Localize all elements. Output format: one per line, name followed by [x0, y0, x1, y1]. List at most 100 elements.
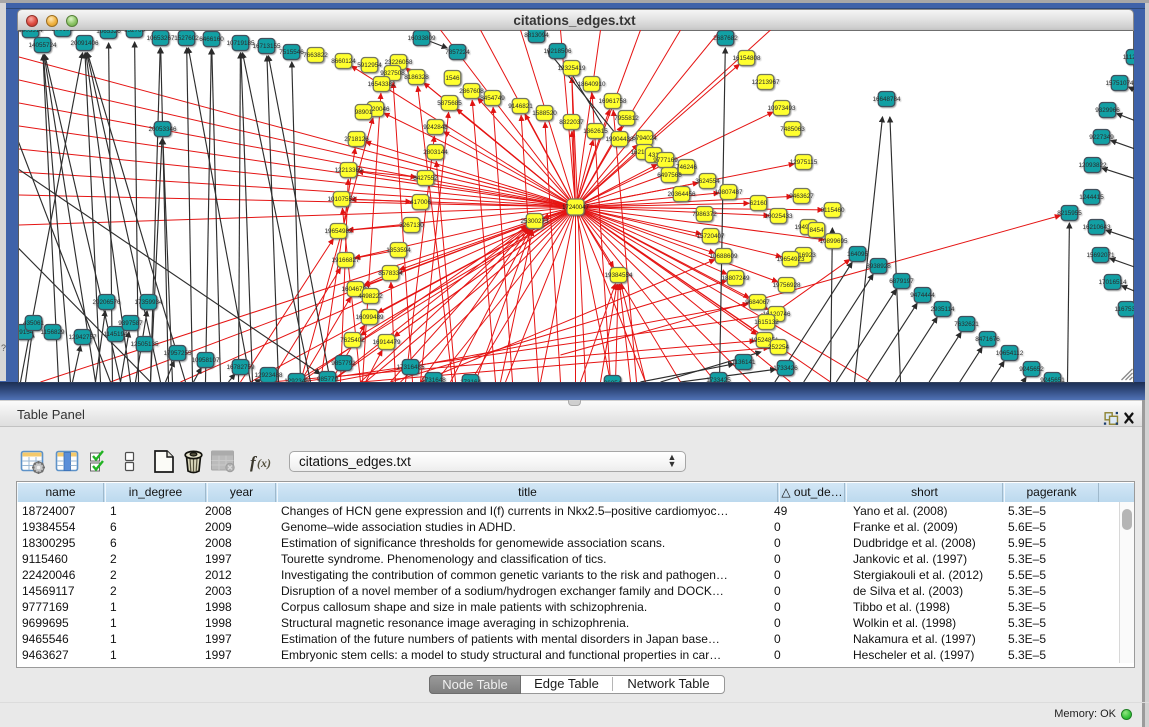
svg-text:62160: 62160 — [749, 200, 767, 207]
svg-text:2803144: 2803144 — [423, 149, 448, 156]
svg-text:16099489: 16099489 — [355, 314, 384, 321]
svg-text:1615132: 1615132 — [754, 319, 779, 326]
svg-text:1546: 1546 — [445, 75, 460, 82]
svg-text:435061: 435061 — [22, 320, 44, 327]
svg-text:16543382: 16543382 — [367, 81, 396, 88]
svg-text:9242848: 9242848 — [423, 124, 448, 131]
svg-text:16961758: 16961758 — [598, 98, 627, 105]
svg-text:8578334: 8578334 — [378, 270, 403, 277]
svg-text:8813094: 8813094 — [524, 32, 549, 39]
svg-text:15720407: 15720407 — [696, 233, 725, 240]
svg-text:8660124: 8660124 — [331, 58, 356, 65]
svg-text:12975115: 12975115 — [789, 159, 817, 166]
svg-text:16033809: 16033809 — [407, 35, 436, 42]
svg-text:19654982: 19654982 — [324, 228, 353, 235]
svg-text:1145194: 1145194 — [103, 331, 128, 338]
svg-text:17359934: 17359934 — [134, 299, 163, 306]
svg-text:15751074: 15751074 — [1105, 80, 1134, 87]
svg-text:7625402: 7625402 — [340, 337, 365, 344]
svg-text:20206576: 20206576 — [92, 299, 121, 306]
svg-text:12505135: 12505135 — [130, 341, 159, 348]
svg-text:1244415: 1244415 — [1079, 194, 1104, 201]
svg-text:252254: 252254 — [767, 344, 789, 351]
svg-text:20091406: 20091406 — [70, 40, 99, 47]
svg-text:9857791: 9857791 — [331, 360, 356, 367]
svg-text:1905314: 1905314 — [19, 30, 43, 34]
svg-text:17316485: 17316485 — [396, 364, 425, 371]
svg-text:17016514: 17016514 — [1098, 279, 1127, 286]
svg-text:746246: 746246 — [675, 164, 697, 171]
svg-text:19166827: 19166827 — [331, 257, 360, 264]
svg-text:9115460: 9115460 — [820, 207, 845, 214]
svg-text:1167533: 1167533 — [1114, 306, 1134, 313]
svg-text:7663822: 7663822 — [303, 52, 328, 59]
svg-text:15692071: 15692071 — [1086, 252, 1115, 259]
svg-text:10688609: 10688609 — [709, 253, 738, 260]
svg-text:20364456: 20364456 — [667, 191, 696, 198]
svg-text:18640910: 18640910 — [577, 81, 606, 88]
svg-text:14055724: 14055724 — [28, 42, 57, 49]
svg-text:1353594: 1353594 — [386, 247, 411, 254]
svg-text:1065326: 1065326 — [96, 30, 121, 35]
svg-text:19904438: 19904438 — [605, 136, 634, 143]
svg-text:7986372: 7986372 — [692, 211, 717, 218]
svg-text:2718126: 2718126 — [344, 136, 369, 143]
svg-text:9474444: 9474444 — [910, 292, 935, 299]
svg-text:9777169: 9777169 — [653, 157, 678, 164]
svg-text:9463627: 9463627 — [789, 193, 814, 200]
svg-text:10654112: 10654112 — [995, 350, 1023, 357]
svg-text:9684067: 9684067 — [745, 299, 770, 306]
svg-text:164095: 164095 — [846, 251, 868, 258]
svg-text:10899695: 10899695 — [819, 238, 848, 245]
svg-text:2867608: 2867608 — [459, 88, 484, 95]
svg-text:9245651: 9245651 — [1040, 377, 1065, 382]
svg-text:96854: 96854 — [603, 380, 621, 382]
svg-text:5875685: 5875685 — [437, 100, 462, 107]
svg-text:20053346: 20053346 — [148, 126, 177, 133]
svg-text:9397587: 9397587 — [118, 320, 143, 327]
svg-text:8454: 8454 — [809, 227, 824, 234]
svg-text:19756928: 19756928 — [772, 282, 801, 289]
svg-text:152760: 152760 — [123, 30, 145, 34]
svg-text:9146821: 9146821 — [508, 103, 533, 110]
svg-text:985779: 985779 — [316, 376, 338, 382]
svg-text:3624554: 3624554 — [695, 178, 720, 185]
svg-text:12923488: 12923488 — [254, 372, 283, 379]
svg-text:6879197: 6879197 — [889, 278, 914, 285]
svg-text:12213369: 12213369 — [334, 167, 363, 174]
svg-text:6497568: 6497568 — [657, 172, 682, 179]
svg-text:10719185: 10719185 — [226, 40, 255, 47]
svg-text:16210643: 16210643 — [1082, 224, 1111, 231]
svg-text:8215955: 8215955 — [1057, 210, 1082, 217]
svg-text:1733426: 1733426 — [773, 365, 798, 372]
svg-text:16154808: 16154808 — [732, 55, 761, 62]
svg-text:10973493: 10973493 — [767, 105, 796, 112]
svg-text:10025433: 10025433 — [764, 213, 793, 220]
svg-text:19654923: 19654923 — [776, 256, 805, 263]
svg-text:1731648: 1731648 — [421, 377, 446, 382]
svg-text:7485063: 7485063 — [780, 126, 805, 133]
svg-text:8427552: 8427552 — [413, 175, 438, 182]
svg-text:7857224: 7857224 — [445, 49, 470, 56]
svg-text:8471676: 8471676 — [975, 336, 1000, 343]
svg-text:12942757: 12942757 — [68, 334, 97, 341]
svg-text:98901: 98901 — [354, 109, 372, 116]
svg-text:417006: 417006 — [409, 199, 431, 206]
svg-text:25300273: 25300273 — [520, 218, 549, 225]
svg-text:7632621: 7632621 — [954, 321, 979, 328]
svg-text:12093822: 12093822 — [1078, 162, 1107, 169]
svg-text:3267130: 3267130 — [399, 222, 424, 229]
svg-text:1527602: 1527602 — [174, 35, 199, 42]
svg-text:16782759: 16782759 — [226, 364, 255, 371]
svg-text:8186328: 8186328 — [404, 74, 429, 81]
svg-text:12325419: 12325419 — [557, 65, 586, 72]
svg-text:8322037: 8322037 — [559, 119, 584, 126]
svg-text:173164: 173164 — [459, 379, 481, 382]
svg-text:7955812: 7955812 — [614, 115, 639, 122]
svg-text:9329966: 9329966 — [1095, 107, 1120, 114]
svg-text:1112384: 1112384 — [1122, 54, 1133, 61]
svg-text:(x): (x) — [257, 456, 271, 470]
svg-text:2687682: 2687682 — [713, 35, 738, 42]
svg-text:18807249: 18807249 — [721, 275, 750, 282]
svg-text:1362615: 1362615 — [583, 128, 608, 135]
